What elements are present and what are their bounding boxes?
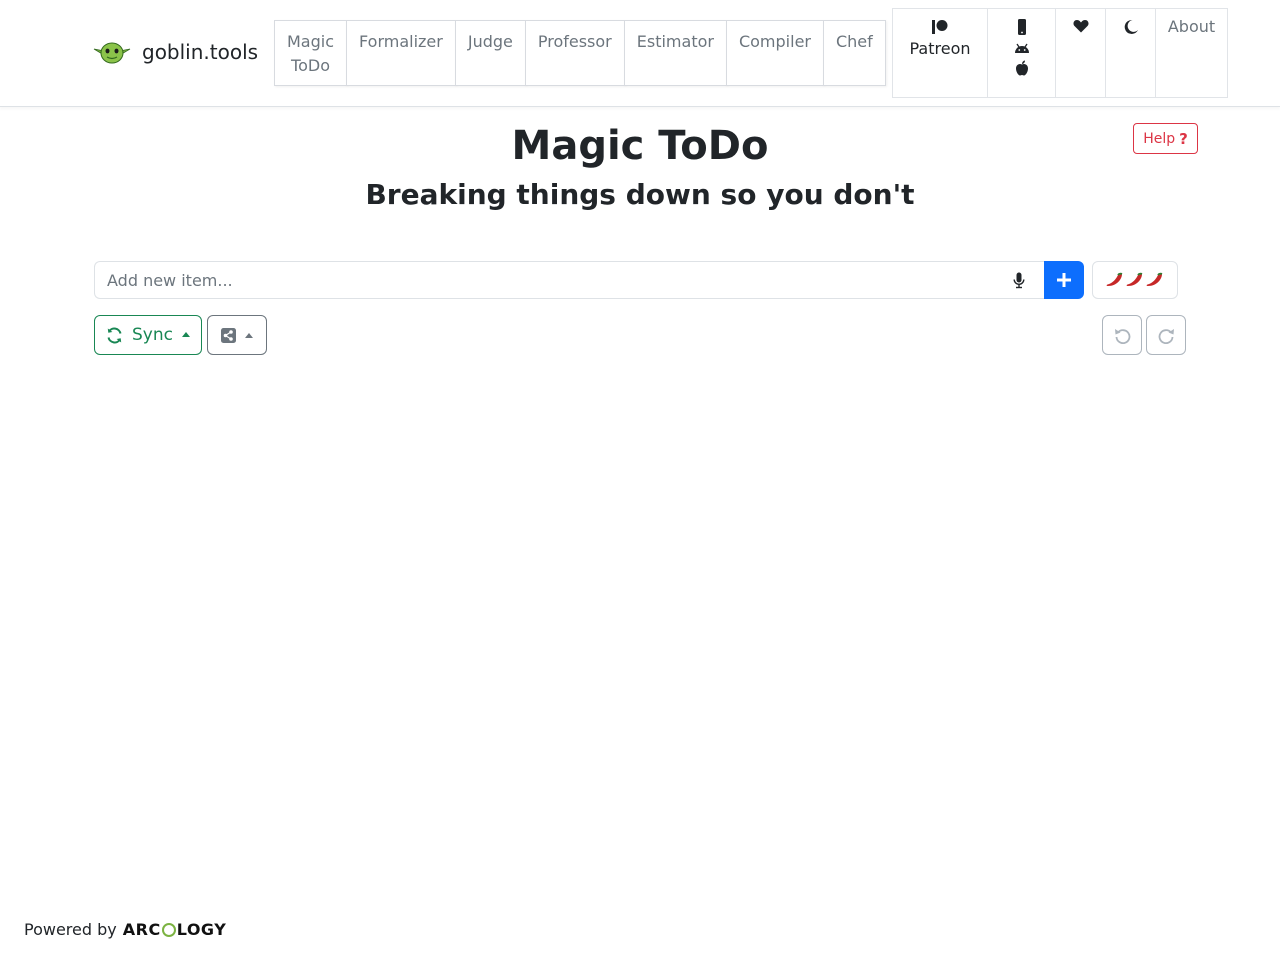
arcology-logo[interactable]: ARC LOGY (123, 920, 227, 939)
arcology-ring-icon (161, 922, 176, 937)
tab-chef[interactable]: Chef (822, 20, 886, 86)
chili-pepper-icon (1146, 272, 1163, 286)
plus-icon (1057, 273, 1071, 287)
patreon-label: Patreon (909, 39, 971, 58)
patreon-link[interactable]: Patreon (892, 8, 988, 98)
new-item-field (94, 261, 1044, 299)
microphone-icon[interactable] (1013, 272, 1025, 289)
add-item-button[interactable] (1044, 261, 1084, 299)
about-label: About (1167, 17, 1216, 36)
tab-label: Chef (835, 32, 873, 51)
tab-label: Judge (467, 32, 513, 51)
brand-name: goblin.tools (142, 40, 259, 64)
mobile-icon (1017, 19, 1026, 35)
tab-label: Compiler (738, 32, 811, 51)
tab-professor[interactable]: Professor (524, 20, 625, 86)
page-subtitle: Breaking things down so you don't (365, 178, 915, 211)
spiciness-selector[interactable] (1092, 261, 1178, 299)
page-title: Magic ToDo (511, 123, 769, 169)
tab-label-line1: Magic (287, 32, 335, 51)
top-navbar: goblin.tools Magic ToDo Formalizer Judge… (0, 0, 1280, 107)
tab-label: Professor (537, 32, 612, 51)
tab-formalizer[interactable]: Formalizer (346, 20, 456, 86)
logo-text-part2: LOGY (176, 920, 227, 939)
android-icon (1014, 43, 1029, 53)
chili-pepper-icon (1106, 272, 1123, 286)
help-button[interactable]: Help ? (1133, 123, 1198, 154)
powered-by-text: Powered by (24, 920, 117, 939)
sync-dropdown-button[interactable]: Sync (94, 315, 202, 355)
chili-pepper-icon (1126, 272, 1143, 286)
question-icon: ? (1179, 129, 1188, 148)
share-icon (221, 327, 236, 343)
patreon-icon (932, 20, 948, 34)
redo-icon (1158, 328, 1174, 344)
tool-tabs: Magic ToDo Formalizer Judge Professor Es… (274, 20, 886, 86)
right-nav: Patreon About (892, 8, 1228, 98)
tab-compiler[interactable]: Compiler (725, 20, 824, 86)
tab-label: Estimator (636, 32, 714, 51)
undo-icon (1114, 328, 1130, 344)
tab-magic-todo[interactable]: Magic ToDo (274, 20, 348, 86)
undo-button[interactable] (1102, 315, 1142, 355)
help-label: Help (1143, 130, 1176, 147)
redo-button[interactable] (1146, 315, 1186, 355)
share-dropdown-button[interactable] (207, 315, 267, 355)
tab-label: Formalizer (359, 32, 443, 51)
sync-label: Sync (132, 325, 173, 345)
heart-icon (1072, 20, 1089, 33)
apple-icon (1015, 60, 1028, 76)
logo-text-part1: ARC (122, 920, 161, 939)
tab-estimator[interactable]: Estimator (623, 20, 727, 86)
favorites-link[interactable] (1055, 8, 1106, 98)
new-item-input[interactable] (95, 262, 995, 298)
tab-judge[interactable]: Judge (454, 20, 526, 86)
goblin-logo-icon (93, 42, 131, 64)
mobile-apps-link[interactable] (987, 8, 1056, 98)
caret-up-icon (245, 332, 253, 338)
caret-up-icon (181, 331, 190, 337)
dark-mode-toggle[interactable] (1105, 8, 1156, 98)
about-link[interactable]: About (1155, 8, 1228, 98)
brand-link[interactable]: goblin.tools (92, 36, 258, 68)
sync-icon (107, 327, 122, 343)
tab-label-line2: ToDo (291, 56, 330, 75)
footer: Powered by ARC LOGY (24, 920, 226, 939)
moon-icon (1124, 19, 1138, 34)
